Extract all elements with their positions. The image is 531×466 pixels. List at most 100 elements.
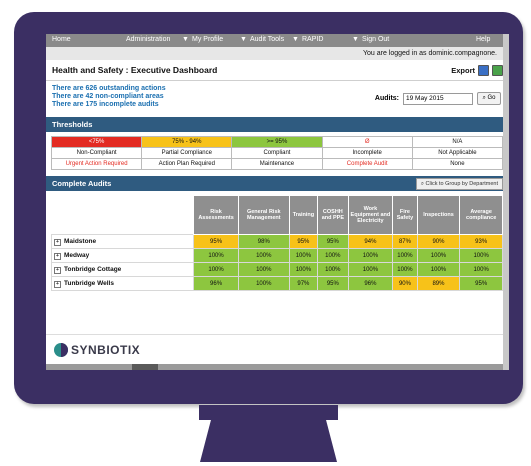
thresholds-table: <75% 75% - 94% >= 95% Ø N/A Non-Complian…: [50, 136, 504, 170]
table-row[interactable]: + Medway 100% 100% 100% 100% 100% 100% 100% 100%: [50, 248, 503, 263]
score-cell[interactable]: 95%: [459, 276, 503, 291]
score-cell[interactable]: 87%: [392, 234, 418, 249]
score-cell[interactable]: 100%: [416, 248, 461, 263]
score-cell[interactable]: 96%: [347, 276, 394, 291]
thresholds-action-row: Urgent Action Required Action Plan Requi…: [50, 158, 504, 170]
column-header[interactable]: COSHH and PPE: [317, 195, 349, 235]
export-group: Export: [451, 64, 503, 76]
nav-help[interactable]: Help: [476, 36, 490, 43]
score-cell[interactable]: 100%: [193, 262, 239, 277]
chevron-down-icon: ▼: [292, 36, 299, 43]
threshold-status-cell: Compliant: [231, 147, 323, 159]
column-header[interactable]: Inspections: [416, 195, 461, 235]
score-cell[interactable]: 100%: [237, 248, 290, 263]
monitor-stand-base: [200, 420, 337, 462]
score-cell[interactable]: 98%: [237, 234, 290, 249]
column-header[interactable]: Average compliance: [459, 195, 503, 235]
score-cell[interactable]: 89%: [416, 276, 461, 291]
threshold-green-header: >= 95%: [231, 136, 323, 148]
horizontal-scrollbar[interactable]: [46, 364, 509, 370]
column-header[interactable]: Training: [288, 195, 319, 235]
score-cell[interactable]: 100%: [317, 262, 349, 277]
score-cell[interactable]: 100%: [317, 248, 349, 263]
score-cell[interactable]: 96%: [193, 276, 239, 291]
threshold-incomplete-header: Ø: [321, 136, 413, 148]
complete-audits-title: Complete Audits: [52, 179, 112, 188]
search-icon: ⌕: [420, 181, 425, 187]
group-by-department-button[interactable]: ⌕ Click to Group by Department: [415, 178, 503, 190]
monitor-stand-neck: [199, 405, 338, 420]
score-cell[interactable]: 94%: [347, 234, 394, 249]
score-cell[interactable]: 100%: [237, 262, 290, 277]
column-header[interactable]: Fire Safety: [392, 195, 418, 235]
table-row[interactable]: + Tunbridge Wells 96% 100% 97% 95% 96% 90% 89% 95…: [50, 276, 503, 291]
score-cell[interactable]: 95%: [288, 234, 319, 249]
threshold-action-cell: Action Plan Required: [141, 158, 233, 170]
nav-rapid[interactable]: RAPID: [302, 36, 323, 43]
threshold-action-cell: Urgent Action Required: [50, 158, 143, 170]
logged-in-status: You are logged in as dominic.compagnone.: [46, 47, 509, 60]
go-button[interactable]: ⌕ Go: [477, 92, 501, 105]
table-row[interactable]: + Tonbridge Cottage 100% 100% 100% 100% 100% 10…: [50, 262, 503, 277]
expand-plus-icon[interactable]: +: [54, 252, 61, 260]
export-excel-icon[interactable]: [492, 64, 503, 76]
score-cell[interactable]: 93%: [459, 234, 503, 249]
score-cell[interactable]: 100%: [459, 248, 503, 263]
score-cell[interactable]: 90%: [392, 276, 418, 291]
nav-home[interactable]: Home: [52, 36, 71, 43]
column-header[interactable]: Work Equipment and Electricity: [347, 195, 394, 235]
score-cell[interactable]: 100%: [288, 262, 319, 277]
expand-plus-icon[interactable]: +: [54, 266, 61, 274]
audits-corner-cell: [51, 195, 194, 235]
site-name-cell[interactable]: + Maidstone: [50, 234, 195, 249]
audits-header-row: Risk Assessments General Risk Management…: [51, 195, 503, 235]
vertical-scrollbar[interactable]: [503, 34, 509, 370]
horizontal-scrollbar-thumb[interactable]: [132, 364, 158, 370]
go-button-label: Go: [487, 95, 496, 101]
score-cell[interactable]: 100%: [347, 262, 394, 277]
score-cell[interactable]: 97%: [288, 276, 319, 291]
nav-administration[interactable]: Administration: [126, 36, 170, 43]
thresholds-header: Thresholds: [46, 117, 509, 132]
score-cell[interactable]: 100%: [416, 262, 461, 277]
export-label: Export: [451, 65, 475, 75]
chevron-down-icon: ▼: [182, 36, 189, 43]
group-by-department-label: Click to Group by Department: [425, 181, 498, 187]
score-cell[interactable]: 95%: [317, 276, 349, 291]
score-cell[interactable]: 100%: [392, 248, 418, 263]
chevron-down-icon: ▼: [240, 36, 247, 43]
screen: Home Administration ▼ My Profile ▼ Audit…: [46, 34, 509, 370]
nav-my-profile[interactable]: My Profile: [192, 36, 223, 43]
nav-sign-out[interactable]: Sign Out: [362, 36, 389, 43]
expand-plus-icon[interactable]: +: [54, 238, 61, 246]
nav-audit-tools[interactable]: Audit Tools: [250, 36, 284, 43]
score-cell[interactable]: 95%: [193, 234, 239, 249]
column-header[interactable]: General Risk Management: [237, 195, 290, 235]
site-name: Tunbridge Wells: [64, 279, 114, 287]
score-cell[interactable]: 100%: [193, 248, 239, 263]
column-header[interactable]: Risk Assessments: [193, 195, 239, 235]
threshold-status-cell: Incomplete: [321, 147, 413, 159]
threshold-status-cell: Not Applicable: [411, 147, 504, 159]
site-name-cell[interactable]: + Tunbridge Wells: [50, 276, 195, 291]
score-cell[interactable]: 100%: [392, 262, 418, 277]
audits-date-input[interactable]: 19 May 2015: [403, 92, 473, 105]
threshold-action-cell: Complete Audit: [321, 158, 413, 170]
score-cell[interactable]: 90%: [416, 234, 461, 249]
score-cell[interactable]: 95%: [317, 234, 349, 249]
score-cell[interactable]: 100%: [288, 248, 319, 263]
expand-plus-icon[interactable]: +: [54, 280, 61, 288]
export-word-icon[interactable]: [478, 64, 489, 76]
score-cell[interactable]: 100%: [347, 248, 394, 263]
site-name-cell[interactable]: + Tonbridge Cottage: [50, 262, 195, 277]
thresholds-status-row: Non-Compliant Partial Compliance Complia…: [50, 147, 504, 159]
synbiotix-logo: SYNBIOTIX: [54, 343, 140, 357]
footer: SYNBIOTIX: [46, 334, 509, 370]
site-name: Medway: [64, 251, 90, 259]
site-name-cell[interactable]: + Medway: [50, 248, 195, 263]
synbiotix-logo-icon: [54, 343, 68, 357]
score-cell[interactable]: 100%: [237, 276, 290, 291]
score-cell[interactable]: 100%: [459, 262, 503, 277]
table-row[interactable]: + Maidstone 95% 98% 95% 95% 94% 87% 90% 93%: [50, 234, 503, 249]
threshold-status-cell: Non-Compliant: [50, 147, 143, 159]
